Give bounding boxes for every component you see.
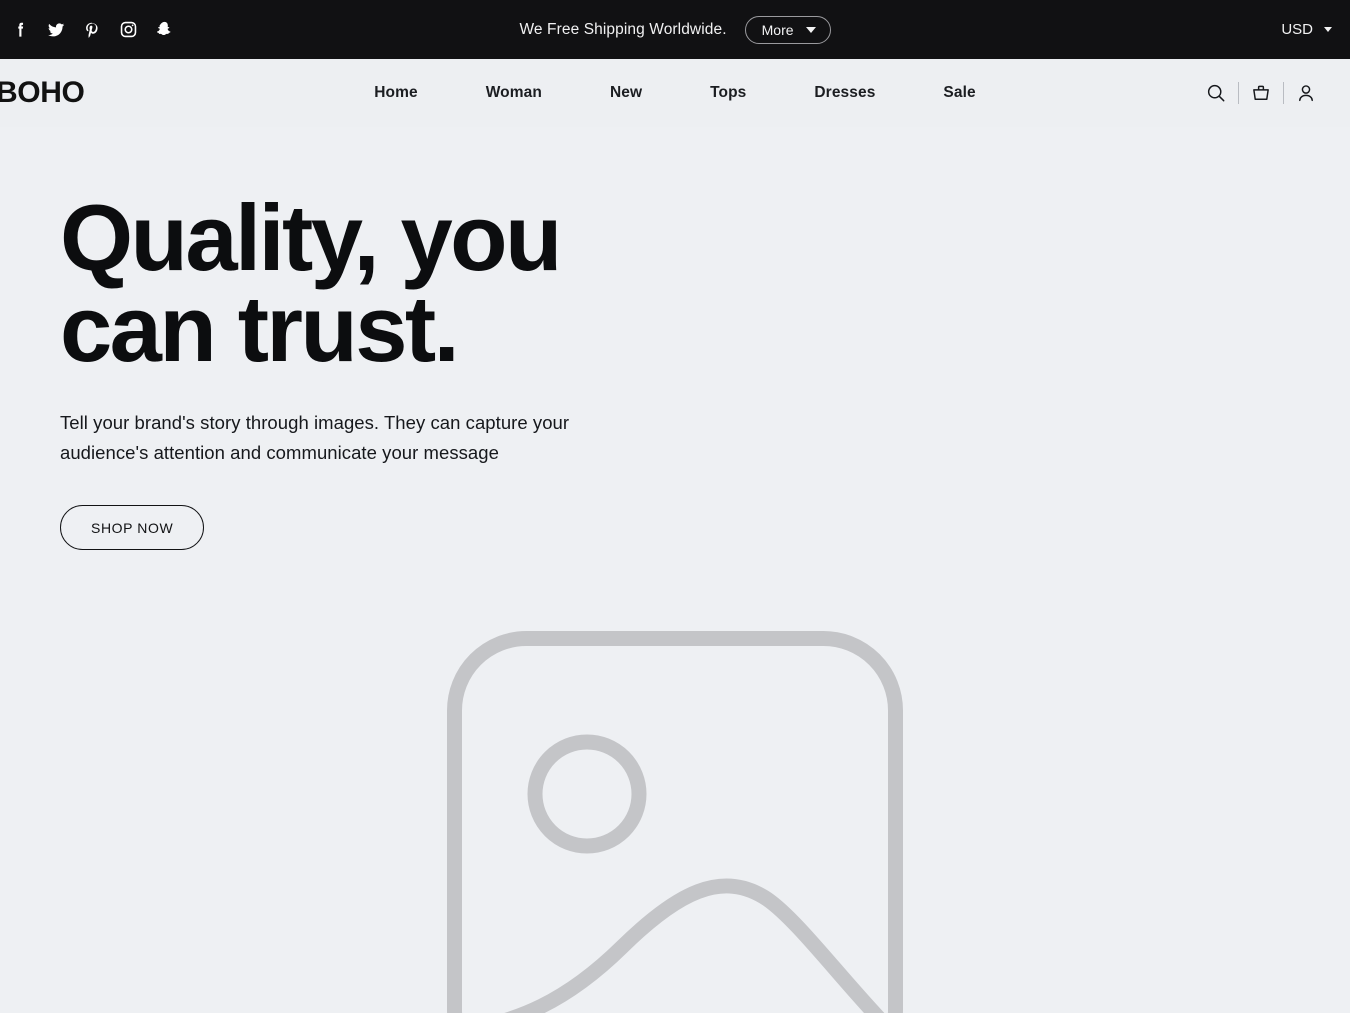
snapchat-icon[interactable] bbox=[154, 20, 174, 40]
facebook-icon[interactable] bbox=[10, 20, 30, 40]
instagram-icon[interactable] bbox=[118, 20, 138, 40]
social-links bbox=[10, 20, 174, 40]
more-button[interactable]: More bbox=[744, 15, 831, 44]
announcement-center: We Free Shipping Worldwide. More bbox=[0, 15, 1350, 44]
chevron-down-icon bbox=[1324, 27, 1332, 32]
pinterest-icon[interactable] bbox=[82, 20, 102, 40]
more-button-label: More bbox=[761, 21, 794, 38]
image-placeholder bbox=[447, 631, 903, 1013]
headline-line-2: can trust. bbox=[60, 276, 460, 382]
nav-item-woman[interactable]: Woman bbox=[452, 84, 576, 102]
headline-line-1: Quality, you bbox=[60, 185, 562, 290]
site-logo[interactable]: BOHO bbox=[0, 78, 85, 108]
announcement-bar: We Free Shipping Worldwide. More USD bbox=[0, 0, 1350, 59]
main-navigation: Home Woman New Tops Dresses Sale bbox=[0, 84, 1350, 102]
hero-content: Quality, you can trust. Tell your brand'… bbox=[60, 191, 660, 551]
site-header: BOHO Home Woman New Tops Dresses Sale bbox=[0, 59, 1350, 127]
account-icon[interactable] bbox=[1284, 73, 1328, 113]
cart-icon[interactable] bbox=[1239, 73, 1283, 113]
nav-item-new[interactable]: New bbox=[576, 84, 676, 102]
currency-selector[interactable]: USD bbox=[1281, 21, 1332, 38]
nav-item-sale[interactable]: Sale bbox=[909, 84, 975, 102]
search-icon[interactable] bbox=[1194, 73, 1238, 113]
hero-subtext: Tell your brand's story through images. … bbox=[60, 412, 570, 464]
twitter-icon[interactable] bbox=[46, 20, 66, 40]
page-root: We Free Shipping Worldwide. More USD BOH… bbox=[0, 0, 1350, 1013]
header-actions bbox=[1194, 73, 1328, 113]
nav-item-tops[interactable]: Tops bbox=[676, 84, 780, 102]
currency-value: USD bbox=[1281, 21, 1313, 38]
chevron-down-icon bbox=[805, 26, 816, 33]
shop-now-button[interactable]: SHOP NOW bbox=[60, 505, 205, 551]
nav-item-home[interactable]: Home bbox=[374, 84, 451, 102]
hero-section: Quality, you can trust. Tell your brand'… bbox=[0, 127, 1350, 1013]
page-title: Quality, you can trust. bbox=[60, 191, 660, 376]
nav-item-dresses[interactable]: Dresses bbox=[780, 84, 909, 102]
shipping-message: We Free Shipping Worldwide. bbox=[519, 20, 727, 38]
